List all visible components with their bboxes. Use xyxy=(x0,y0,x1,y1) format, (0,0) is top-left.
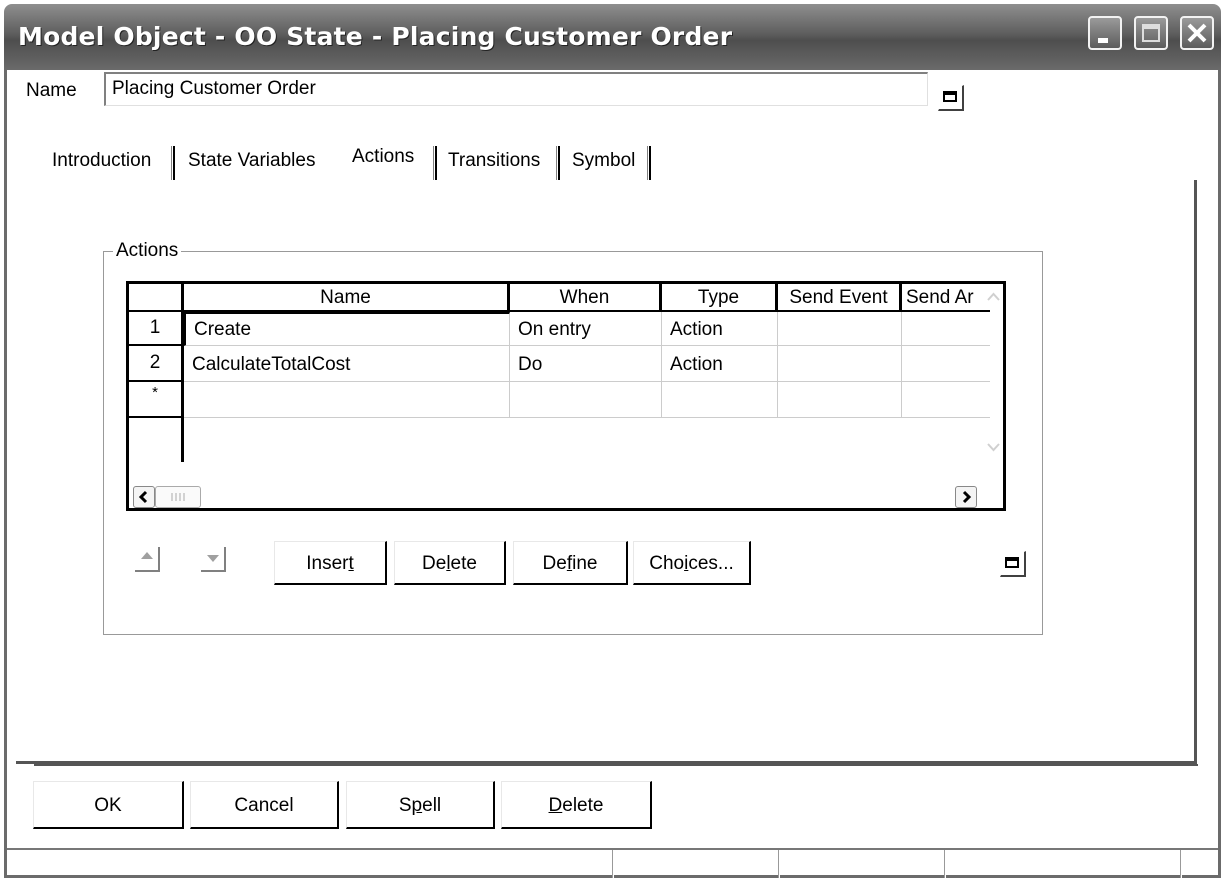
close-button[interactable] xyxy=(1180,16,1214,50)
grip-icon xyxy=(171,493,185,501)
scroll-right-button[interactable] xyxy=(955,486,977,508)
chevron-left-icon xyxy=(138,490,148,504)
tab-separator xyxy=(171,146,175,180)
tab-separator xyxy=(647,146,651,180)
tab-introduction[interactable]: Introduction xyxy=(52,150,151,172)
row-header-empty xyxy=(129,418,184,462)
vertical-scrollbar[interactable] xyxy=(984,284,1003,462)
expand-icon xyxy=(943,91,957,102)
grid-zoom-button[interactable] xyxy=(1000,551,1026,577)
scroll-arrows-icon xyxy=(987,292,1000,452)
window-title: Model Object - OO State - Placing Custom… xyxy=(18,22,733,51)
row-header-new[interactable]: * xyxy=(129,382,184,418)
define-button[interactable]: Define xyxy=(513,541,628,585)
cell-new-when[interactable] xyxy=(510,382,662,418)
cell-send-event[interactable] xyxy=(778,312,902,346)
row-header-2[interactable]: 2 xyxy=(129,346,184,382)
tab-symbol[interactable]: Symbol xyxy=(572,150,635,172)
column-header-send-arg[interactable]: Send Ar xyxy=(902,284,990,312)
cell-name[interactable]: CalculateTotalCost xyxy=(184,346,510,382)
define-label-rest: ine xyxy=(572,553,598,574)
column-header-when[interactable]: When xyxy=(510,284,662,312)
cell-type[interactable]: Action xyxy=(662,346,778,382)
name-input[interactable]: Placing Customer Order xyxy=(104,72,928,106)
cell-type[interactable]: Action xyxy=(662,312,778,346)
cell-send-arg[interactable] xyxy=(902,346,990,382)
cell-new-send-event[interactable] xyxy=(778,382,902,418)
cell-new-type[interactable] xyxy=(662,382,778,418)
tab-separator xyxy=(556,146,560,180)
grid-corner[interactable] xyxy=(129,284,184,312)
delete-label-rest: ete xyxy=(450,553,477,574)
status-divider xyxy=(612,850,614,878)
column-header-type[interactable]: Type xyxy=(662,284,778,312)
delete-mnemonic: D xyxy=(548,795,563,816)
footer-separator xyxy=(34,764,1198,766)
choices-button[interactable]: Choices... xyxy=(633,541,751,585)
name-zoom-button[interactable] xyxy=(938,85,964,111)
arrow-up-icon xyxy=(135,547,160,572)
choices-label: Cho xyxy=(649,553,685,574)
tab-state-variables[interactable]: State Variables xyxy=(188,150,315,172)
scroll-thumb[interactable] xyxy=(155,486,201,508)
minimize-icon xyxy=(1098,38,1108,43)
cell-when[interactable]: On entry xyxy=(510,312,662,346)
row-header-1[interactable]: 1 xyxy=(129,312,184,346)
delete-label: De xyxy=(422,553,447,574)
maximize-icon xyxy=(1142,24,1160,42)
insert-mnemonic: t xyxy=(348,553,354,574)
tab-actions[interactable]: Actions xyxy=(352,146,414,168)
actions-grid[interactable]: Name When Type Send Event Send Ar 1 2 * … xyxy=(126,281,1006,511)
delete-label-rest: elete xyxy=(562,795,604,816)
horizontal-scrollbar[interactable] xyxy=(129,484,991,508)
cell-new-name[interactable] xyxy=(184,382,510,418)
spell-mnemonic: p xyxy=(411,795,423,816)
column-header-send-event[interactable]: Send Event xyxy=(778,284,902,312)
delete-row-button[interactable]: Delete xyxy=(394,541,506,585)
insert-button[interactable]: Insert xyxy=(274,541,387,585)
tab-transitions[interactable]: Transitions xyxy=(448,150,540,172)
delete-button[interactable]: Delete xyxy=(501,781,652,829)
insert-label: Inser xyxy=(306,553,349,574)
ok-button[interactable]: OK xyxy=(33,781,184,829)
move-down-button[interactable] xyxy=(200,546,226,572)
tab-separator xyxy=(433,146,437,180)
name-label: Name xyxy=(26,80,77,101)
choices-label-rest: ces... xyxy=(688,553,734,574)
maximize-button[interactable] xyxy=(1134,16,1168,50)
spell-label: S xyxy=(398,795,412,816)
actions-group-title: Actions xyxy=(113,240,182,262)
status-divider xyxy=(944,850,946,878)
move-up-button[interactable] xyxy=(134,546,160,572)
status-divider xyxy=(1180,850,1182,878)
close-icon xyxy=(1187,23,1207,43)
cell-when[interactable]: Do xyxy=(510,346,662,382)
arrow-down-icon xyxy=(201,547,226,572)
cell-new-send-arg[interactable] xyxy=(902,382,990,418)
spell-label-rest: ell xyxy=(422,795,442,816)
scroll-left-button[interactable] xyxy=(133,486,155,508)
minimize-button[interactable] xyxy=(1088,16,1122,50)
cell-name[interactable]: Create xyxy=(184,312,510,346)
define-label: De xyxy=(542,553,567,574)
cancel-button[interactable]: Cancel xyxy=(190,781,339,829)
spell-button[interactable]: Spell xyxy=(346,781,495,829)
cell-send-event[interactable] xyxy=(778,346,902,382)
status-divider xyxy=(778,850,780,878)
cell-send-arg[interactable] xyxy=(902,312,990,346)
expand-icon xyxy=(1005,557,1019,568)
column-header-name[interactable]: Name xyxy=(184,284,510,312)
chevron-right-icon xyxy=(962,490,972,504)
